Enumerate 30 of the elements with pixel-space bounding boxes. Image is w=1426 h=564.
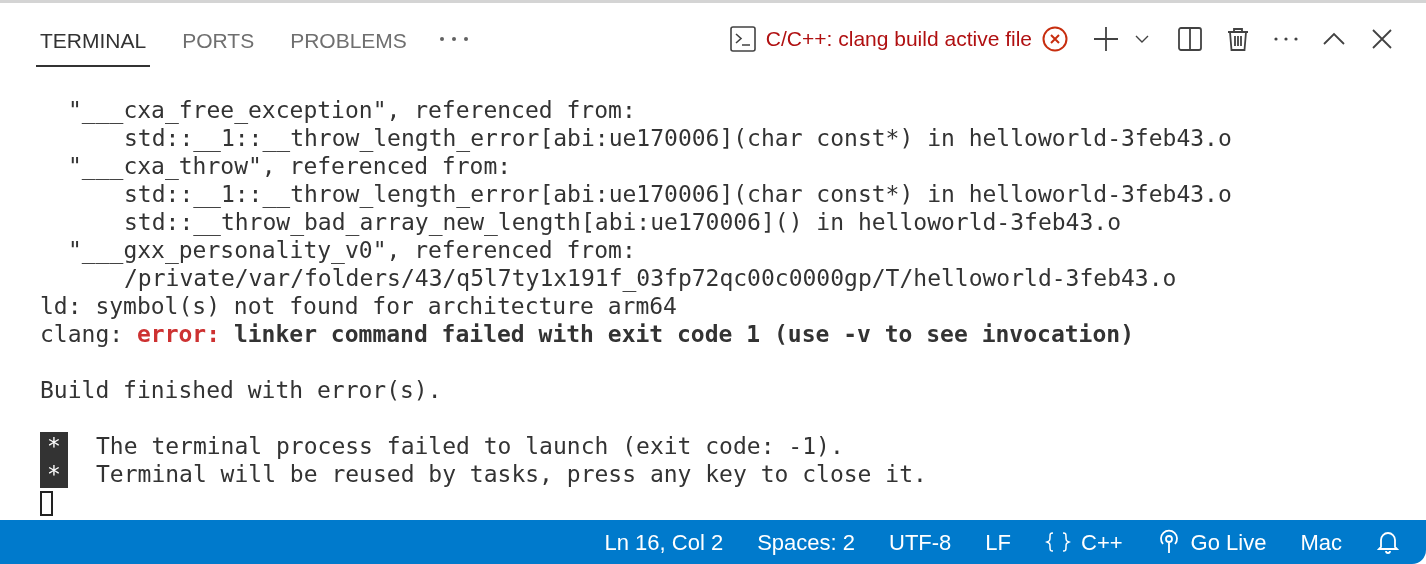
- terminal-line: ld: symbol(s) not found for architecture arm64: [40, 292, 677, 320]
- panel-tab[interactable]: PROBLEMS: [286, 17, 411, 67]
- cursor: [40, 491, 53, 516]
- task-marker: *: [40, 460, 68, 488]
- terminal-icon: [729, 26, 756, 52]
- terminal-line: "___gxx_personality_v0", referenced from:: [68, 236, 636, 264]
- more-icon[interactable]: [438, 35, 469, 43]
- terminal-line: The terminal process failed to launch (exit code: -1).: [96, 432, 844, 460]
- status-item[interactable]: LF: [985, 525, 1011, 559]
- terminal-line: Build finished with error(s).: [40, 376, 442, 404]
- terminal-line: /private/var/folders/43/q5l7ty1x191f_03fp72qc00c0000gp/T/helloworld-3feb43.o: [124, 264, 1177, 292]
- terminal-line: "___cxa_throw", referenced from:: [68, 152, 512, 180]
- status-item[interactable]: Go Live: [1156, 525, 1267, 559]
- terminal-line: clang: error: linker command failed with exit code 1 (use -v to see invocation): [40, 320, 1134, 348]
- status-item[interactable]: C++: [1045, 525, 1123, 559]
- task-marker: *: [40, 432, 68, 460]
- braces-icon: [1045, 531, 1071, 553]
- status-item[interactable]: Mac: [1300, 525, 1342, 559]
- panel-tab[interactable]: PORTS: [178, 17, 259, 67]
- terminal-line: "___cxa_free_exception", referenced from:: [68, 96, 636, 124]
- bell-icon[interactable]: [1376, 529, 1400, 555]
- terminal-line: Terminal will be reused by tasks, press any key to close it.: [96, 460, 927, 488]
- status-item[interactable]: Spaces: 2: [757, 525, 855, 559]
- terminal-line: std::__1::__throw_length_error[abi:ue170006](char const*) in helloworld-3feb43.o: [124, 180, 1232, 208]
- status-item[interactable]: UTF-8: [889, 525, 952, 559]
- status-item[interactable]: Ln 16, Col 2: [604, 525, 724, 559]
- terminal-line: std::__throw_bad_array_new_length[abi:ue170006]() in helloworld-3feb43.o: [124, 208, 1121, 236]
- panel-tab[interactable]: TERMINAL: [36, 17, 151, 67]
- task-label[interactable]: C/C++: clang build active file: [765, 23, 1032, 55]
- terminal-line: std::__1::__throw_length_error[abi:ue170006](char const*) in helloworld-3feb43.o: [124, 124, 1232, 152]
